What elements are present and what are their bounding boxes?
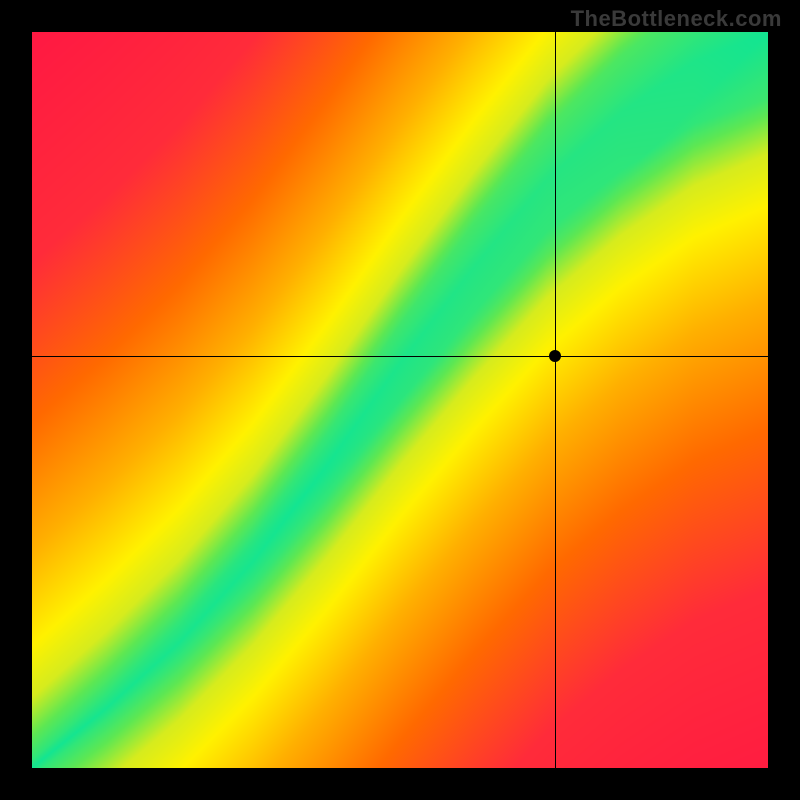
crosshair-vertical (555, 32, 556, 768)
watermark-text: TheBottleneck.com (571, 6, 782, 32)
marker-dot (549, 350, 561, 362)
chart-figure: TheBottleneck.com (0, 0, 800, 800)
plot-area (32, 32, 768, 768)
crosshair-horizontal (32, 356, 768, 357)
heatmap-canvas (32, 32, 768, 768)
